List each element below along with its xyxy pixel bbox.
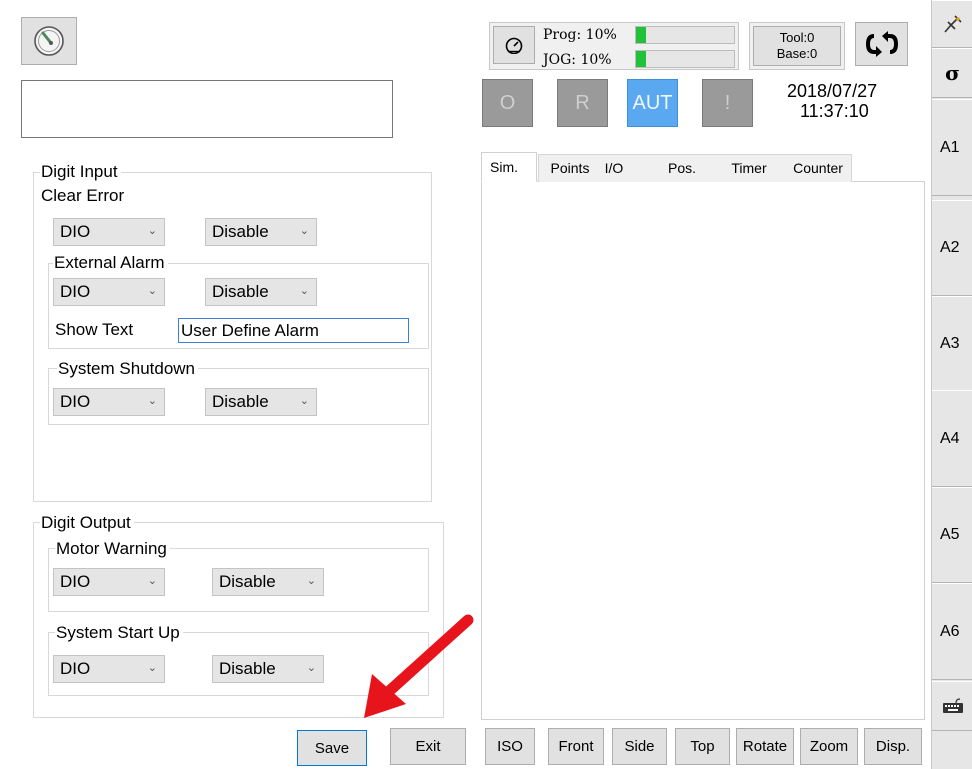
jog-speed-bar <box>635 50 735 68</box>
speed-button[interactable] <box>493 26 535 64</box>
view-side-button[interactable]: Side <box>612 728 667 765</box>
chevron-down-icon: ⌄ <box>147 225 157 237</box>
keyboard-icon <box>942 698 963 713</box>
view-iso-button[interactable]: ISO <box>485 728 535 765</box>
time-label: 11:37:10 <box>800 101 869 121</box>
view-zoom-button[interactable]: Zoom <box>800 728 858 765</box>
show-text-input[interactable]: User Define Alarm <box>178 318 409 343</box>
chevron-down-icon: ⌄ <box>299 395 309 407</box>
mode-r-button[interactable]: R <box>557 79 608 127</box>
select-value: Disable <box>212 392 269 411</box>
axis-a2-button[interactable]: A2 <box>932 200 972 296</box>
view-rotate-button[interactable]: Rotate <box>736 728 794 765</box>
message-box <box>21 80 393 138</box>
select-value: DIO <box>60 282 91 301</box>
clear-error-state-select[interactable]: Disable ⌄ <box>205 218 317 246</box>
tab-points[interactable]: Points <box>541 154 599 182</box>
pin-button[interactable] <box>932 0 972 48</box>
tab-pos[interactable]: Pos. <box>660 154 704 182</box>
clear-error-label: Clear Error <box>41 186 125 205</box>
tab-counter[interactable]: Counter <box>784 154 852 182</box>
select-value: Disable <box>212 282 269 301</box>
jog-speed-label: JOG: 10% <box>543 52 612 68</box>
save-button[interactable]: Save <box>297 730 367 766</box>
select-value: Disable <box>212 222 269 241</box>
select-value: Disable <box>219 572 276 591</box>
exit-button[interactable]: Exit <box>390 728 466 765</box>
axis-a3-button[interactable]: A3 <box>932 296 972 391</box>
tab-sim[interactable]: Sim. <box>481 152 537 182</box>
simulation-panel <box>481 181 925 720</box>
show-text-label: Show Text <box>55 320 134 339</box>
select-value: DIO <box>60 659 91 678</box>
sigma-logo-icon: σ <box>945 61 960 85</box>
refresh-arrows-icon <box>865 31 898 57</box>
digit-input-title: Digit Input <box>40 162 121 182</box>
base-label: Base:0 <box>776 46 818 61</box>
sync-button[interactable] <box>855 22 908 66</box>
tool-label: Tool:0 <box>779 30 815 45</box>
chevron-down-icon: ⌄ <box>306 662 316 674</box>
alert-button[interactable]: ! <box>702 79 753 127</box>
keyboard-button[interactable] <box>932 681 972 731</box>
digit-output-title: Digit Output <box>40 513 134 533</box>
red-arrow-icon <box>364 614 474 718</box>
chevron-down-icon: ⌄ <box>147 662 157 674</box>
view-front-button[interactable]: Front <box>548 728 604 765</box>
speedometer-icon <box>505 37 523 54</box>
axis-a4-button[interactable]: A4 <box>932 390 972 487</box>
chevron-down-icon: ⌄ <box>147 395 157 407</box>
system-shutdown-source-select[interactable]: DIO ⌄ <box>53 388 165 416</box>
prog-speed-bar <box>635 26 735 44</box>
axis-a6-button[interactable]: A6 <box>932 583 972 680</box>
gauge-logo-icon <box>34 26 64 56</box>
system-shutdown-state-select[interactable]: Disable ⌄ <box>205 388 317 416</box>
select-value: DIO <box>60 392 91 411</box>
clear-error-source-select[interactable]: DIO ⌄ <box>53 218 165 246</box>
system-startup-source-select[interactable]: DIO ⌄ <box>53 655 165 683</box>
chevron-down-icon: ⌄ <box>299 225 309 237</box>
chevron-down-icon: ⌄ <box>299 285 309 297</box>
motor-warning-state-select[interactable]: Disable ⌄ <box>212 568 324 596</box>
prog-speed-fill <box>636 27 646 43</box>
prog-speed-label: Prog: 10% <box>543 27 617 43</box>
system-startup-title: System Start Up <box>55 623 183 643</box>
tool-base-button[interactable]: Tool:0 Base:0 <box>753 26 841 66</box>
chevron-down-icon: ⌄ <box>147 285 157 297</box>
axis-a5-button[interactable]: A5 <box>932 487 972 583</box>
chevron-down-icon: ⌄ <box>147 575 157 587</box>
system-startup-state-select[interactable]: Disable ⌄ <box>212 655 324 683</box>
tab-timer[interactable]: Timer <box>724 154 774 182</box>
view-top-button[interactable]: Top <box>675 728 730 765</box>
mode-aut-button[interactable]: AUT <box>627 79 678 127</box>
select-value: Disable <box>219 659 276 678</box>
external-alarm-state-select[interactable]: Disable ⌄ <box>205 278 317 306</box>
motor-warning-title: Motor Warning <box>55 539 170 559</box>
chevron-down-icon: ⌄ <box>306 575 316 587</box>
pin-icon <box>943 15 962 33</box>
axis-sidebar: σ A1 A2 A3 A4 A5 A6 <box>931 0 972 769</box>
external-alarm-source-select[interactable]: DIO ⌄ <box>53 278 165 306</box>
tab-io[interactable]: I/O <box>599 154 629 182</box>
axis-a1-button[interactable]: A1 <box>932 99 972 196</box>
select-value: DIO <box>60 222 91 241</box>
mode-o-button[interactable]: O <box>482 79 533 127</box>
select-value: DIO <box>60 572 91 591</box>
motor-warning-source-select[interactable]: DIO ⌄ <box>53 568 165 596</box>
brand-button[interactable]: σ <box>932 48 972 98</box>
date-label: 2018/07/27 <box>787 81 878 101</box>
jog-speed-fill <box>636 51 646 67</box>
external-alarm-title: External Alarm <box>53 253 168 273</box>
display-button[interactable]: Disp. <box>864 728 922 765</box>
system-shutdown-title: System Shutdown <box>57 359 199 379</box>
app-logo-button[interactable] <box>21 17 77 65</box>
